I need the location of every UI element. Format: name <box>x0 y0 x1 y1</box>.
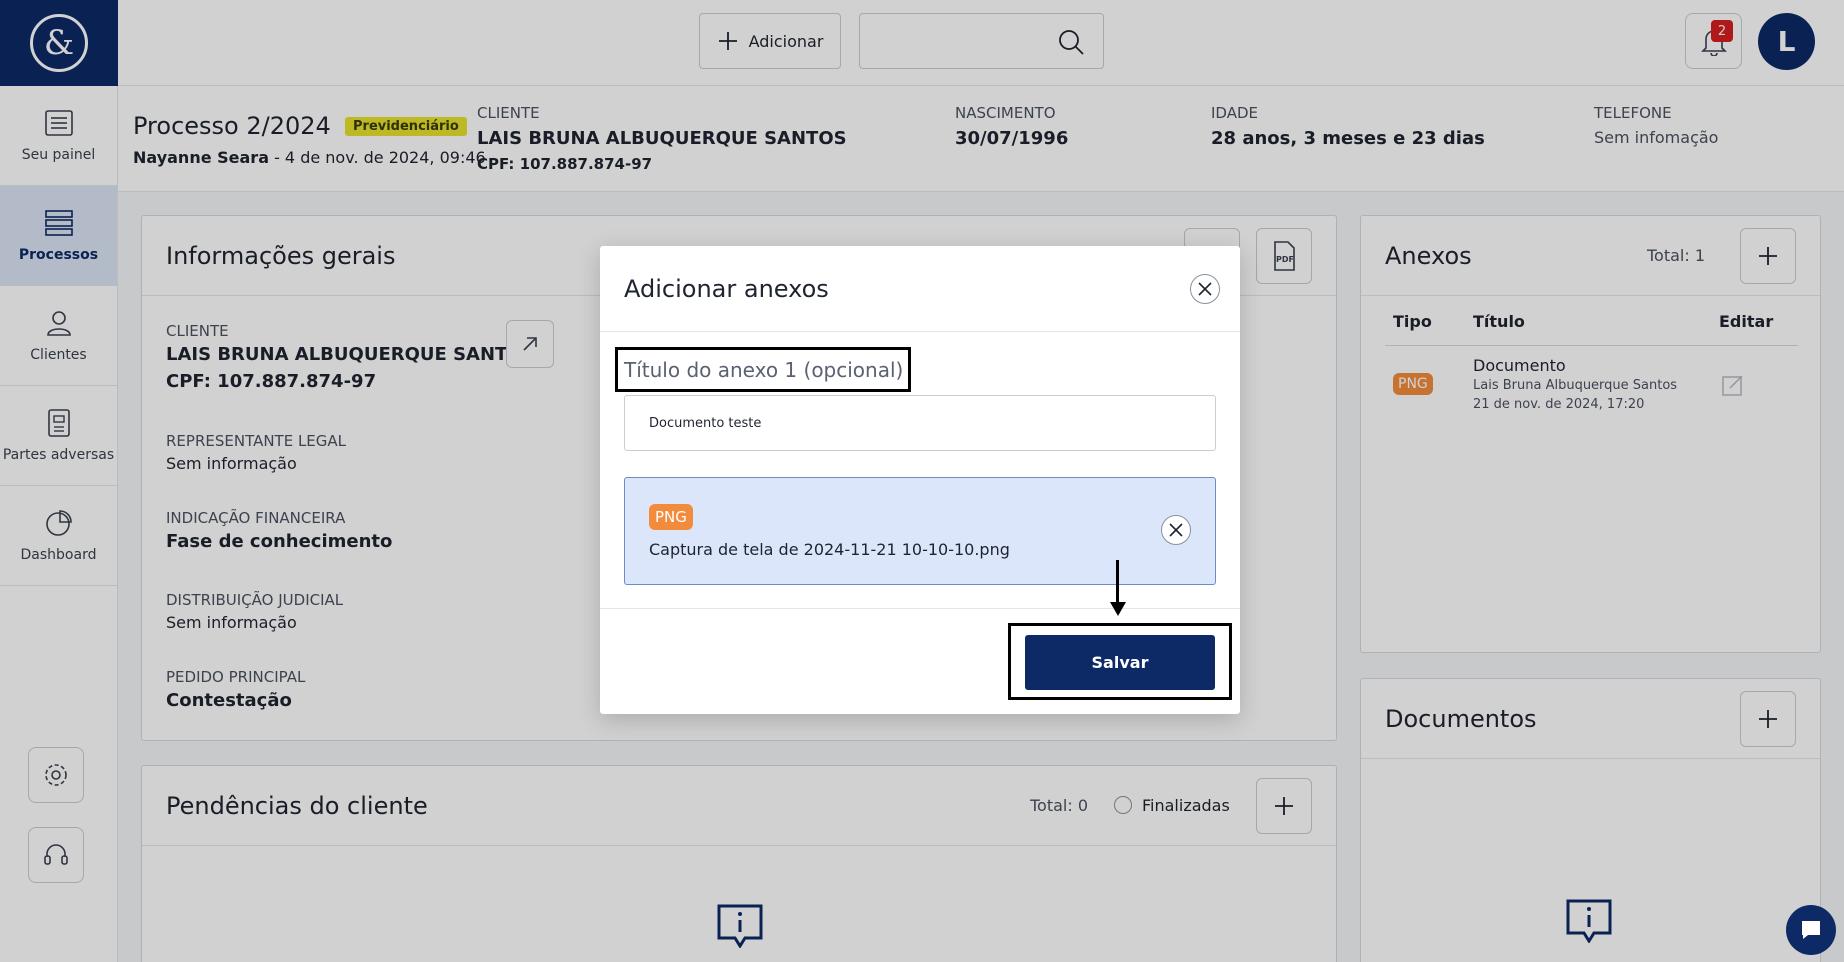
chat-bubble-icon <box>1802 921 1820 939</box>
attachment-title-input[interactable]: Documento teste <box>624 395 1216 451</box>
modal-title: Adicionar anexos <box>624 274 829 303</box>
close-icon <box>1169 523 1183 537</box>
annotation-arrow-head <box>1110 602 1126 616</box>
chat-button[interactable] <box>1786 905 1836 955</box>
file-type-badge: PNG <box>649 504 693 530</box>
add-attachments-modal: Adicionar anexos Título do anexo 1 (opci… <box>600 246 1240 714</box>
remove-file-button[interactable] <box>1161 515 1191 545</box>
attachment-title-label: Título do anexo 1 (opcional) <box>624 358 904 382</box>
modal-header: Adicionar anexos <box>600 246 1240 332</box>
close-modal-button[interactable] <box>1190 274 1220 304</box>
file-name: Captura de tela de 2024-11-21 10-10-10.p… <box>649 540 1010 559</box>
close-icon <box>1198 282 1212 296</box>
save-button[interactable]: Salvar <box>1025 635 1215 690</box>
file-item: PNG Captura de tela de 2024-11-21 10-10-… <box>624 477 1216 585</box>
divider <box>600 608 1240 609</box>
annotation-arrow <box>1116 560 1119 606</box>
